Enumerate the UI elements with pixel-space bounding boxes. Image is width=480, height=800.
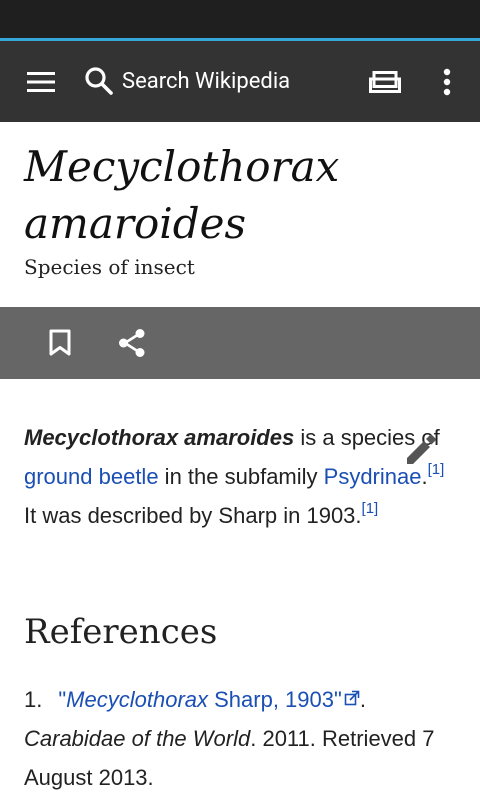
status-bar [0, 0, 480, 38]
article-action-bar [0, 307, 480, 379]
search-placeholder: Search Wikipedia [122, 68, 291, 94]
pencil-icon [407, 434, 436, 464]
reading-list-button[interactable] [360, 41, 410, 122]
share-button[interactable] [104, 307, 160, 379]
lead-text: in the subfamily [158, 464, 324, 489]
reference-number: 1. [24, 687, 43, 712]
article-lead-paragraph: Mecyclothorax amaroides is a species of … [24, 418, 454, 535]
search-icon [85, 67, 113, 95]
reference-source: Carabidae of the World [24, 726, 251, 751]
lead-subject: Mecyclothorax amaroides [24, 425, 295, 450]
references-list: 1. "Mecyclothorax Sharp, 1903" . Carabida… [24, 680, 464, 797]
page-title: Mecyclothorax amaroides [24, 142, 340, 248]
reference-link-text: Sharp, 1903" [208, 687, 342, 712]
overflow-menu-button[interactable] [422, 41, 472, 122]
save-bookmark-button[interactable] [32, 307, 88, 379]
external-link-icon [344, 690, 360, 706]
share-icon [119, 329, 145, 357]
reading-list-icon [369, 70, 401, 93]
reference-link-italic: Mecyclothorax [66, 687, 209, 712]
top-toolbar: Search Wikipedia [0, 41, 480, 122]
reference-text: . [359, 687, 366, 712]
menu-button[interactable] [14, 41, 70, 122]
bookmark-icon [49, 329, 71, 356]
reference-link-quote: " [58, 687, 67, 712]
reference-external-link[interactable]: "Mecyclothorax Sharp, 1903" [58, 687, 360, 712]
citation-link[interactable]: [1] [362, 500, 379, 517]
edit-section-button[interactable] [398, 428, 442, 472]
page-description: Species of insect [24, 255, 195, 279]
hamburger-menu-icon [27, 71, 55, 92]
link-ground-beetle[interactable]: ground beetle [24, 464, 159, 489]
search-input[interactable]: Search Wikipedia [84, 53, 346, 109]
reference-item: 1. "Mecyclothorax Sharp, 1903" . Carabida… [24, 680, 464, 797]
lead-text: It was described by Sharp in 1903. [24, 503, 362, 528]
references-heading: References [24, 612, 218, 652]
more-vert-icon [443, 68, 451, 95]
article-header: Mecyclothorax amaroides Species of insec… [0, 122, 480, 307]
